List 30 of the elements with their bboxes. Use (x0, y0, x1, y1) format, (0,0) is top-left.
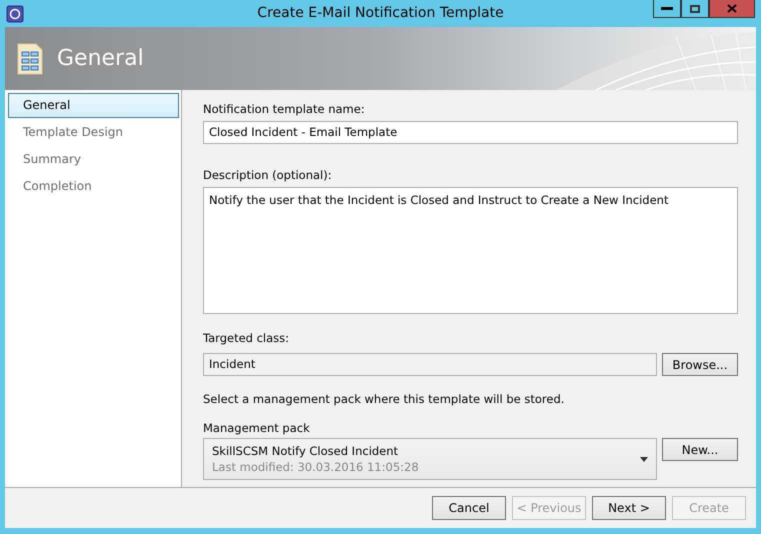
wizard-step[interactable]: Summary (8, 147, 179, 172)
management-pack-dropdown[interactable]: SkillSCSM Notify Closed Incident Last modified: 30.03.2016 11:05:28 (203, 438, 657, 480)
description-field[interactable]: Notify the user that the Incident is Closed and Instruct to Create a New Incident (203, 187, 738, 314)
app-icon (6, 4, 24, 22)
field-label: Description (optional): (203, 168, 333, 182)
pack-name: SkillSCSM Notify Closed Incident (212, 444, 400, 458)
wizard-button[interactable]: Cancel (432, 496, 506, 520)
wizard-step[interactable]: Template Design (8, 120, 179, 145)
dropdown-arrow-icon (640, 456, 648, 462)
browse-button[interactable]: Browse... (662, 353, 738, 376)
wizard-step[interactable]: General (8, 93, 179, 118)
page-title: General (57, 46, 144, 71)
hint-text: Select a management pack where this template will be stored. (203, 392, 566, 406)
wizard-step[interactable]: Completion (8, 174, 179, 199)
minimize-button[interactable] (653, 0, 681, 18)
document-icon (17, 42, 43, 74)
close-icon (727, 4, 737, 13)
class-field[interactable]: Incident (203, 353, 657, 376)
field-label: Targeted class: (203, 331, 290, 345)
wizard-button[interactable]: Next > (592, 496, 666, 520)
last-modified-text: Last modified: 30.03.2016 11:05:28 (212, 460, 420, 474)
field-label: Notification template name: (203, 102, 366, 116)
minimize-icon (661, 7, 673, 10)
close-button[interactable] (709, 0, 755, 18)
new-button[interactable]: New... (662, 438, 738, 461)
name-field[interactable]: Closed Incident - Email Template (203, 121, 738, 144)
maximize-button[interactable] (681, 0, 709, 18)
field-label: Management pack (203, 421, 311, 435)
maximize-icon (690, 4, 700, 12)
window-title: Create E-Mail Notification Template (257, 5, 504, 21)
